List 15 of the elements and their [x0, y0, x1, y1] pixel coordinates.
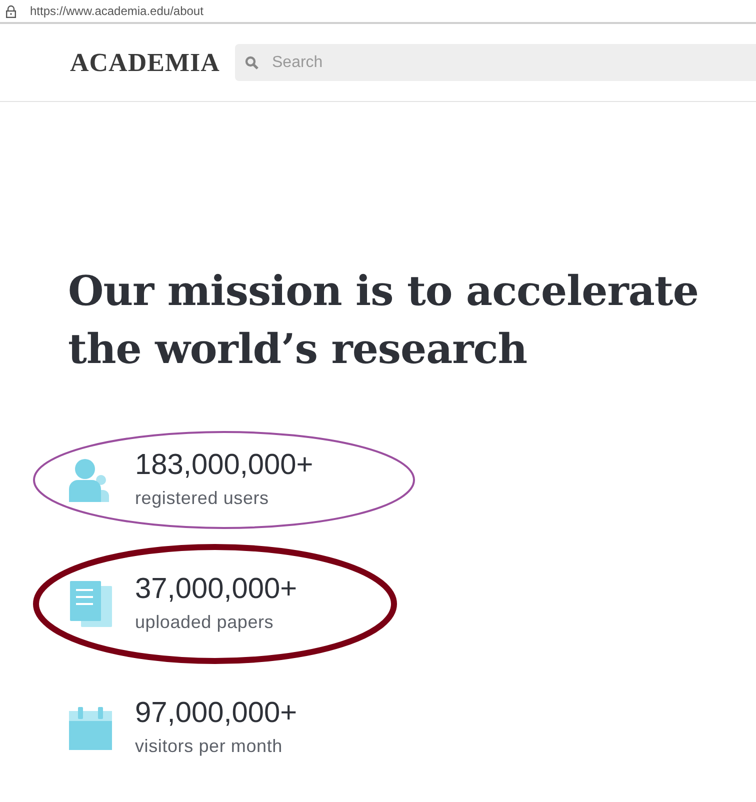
headline: Our mission is to accelerate the world’s research: [68, 266, 700, 375]
calendar-icon: [69, 706, 112, 750]
search-input[interactable]: Search: [272, 50, 572, 74]
stat-number: 97,000,000+: [135, 696, 298, 731]
stat-label: visitors per month: [135, 735, 284, 758]
stat-number: 183,000,000+: [135, 448, 314, 483]
document-icon: [70, 581, 112, 627]
stat-label: uploaded papers: [135, 611, 275, 634]
lock-icon: [6, 4, 16, 18]
stat-number: 37,000,000+: [135, 572, 298, 607]
logo-text[interactable]: ACADEMIA: [70, 43, 235, 82]
stat-label: registered users: [135, 487, 270, 510]
search-icon: [245, 56, 259, 70]
search-field[interactable]: Search: [235, 44, 756, 81]
url-text[interactable]: https://www.academia.edu/about: [30, 2, 204, 20]
